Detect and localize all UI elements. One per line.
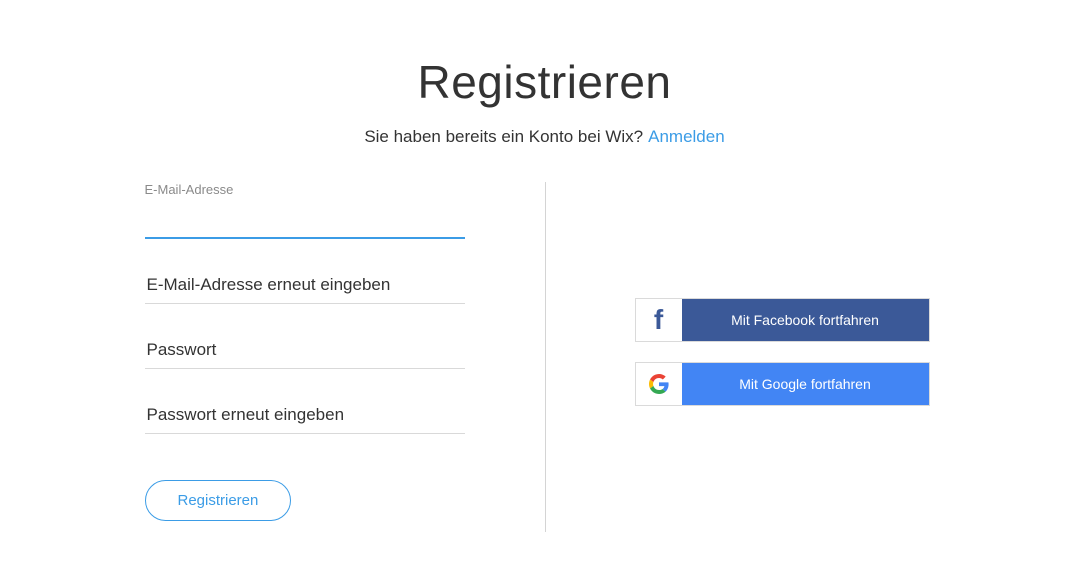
google-button-label: Mit Google fortfahren <box>682 376 929 392</box>
subtitle-text: Sie haben bereits ein Konto bei Wix? <box>364 127 643 147</box>
email-input[interactable] <box>145 201 465 239</box>
facebook-icon: f <box>636 299 682 341</box>
password-input[interactable] <box>145 332 465 369</box>
email-label: E-Mail-Adresse <box>145 182 465 197</box>
password-confirm-input[interactable] <box>145 397 465 434</box>
facebook-button-label: Mit Facebook fortfahren <box>682 312 929 328</box>
register-button[interactable]: Registrieren <box>145 480 292 521</box>
subtitle-row: Sie haben bereits ein Konto bei Wix? Anm… <box>364 127 724 147</box>
google-icon <box>636 363 682 405</box>
email-confirm-input[interactable] <box>145 267 465 304</box>
login-link[interactable]: Anmelden <box>648 127 725 147</box>
facebook-signin-button[interactable]: f Mit Facebook fortfahren <box>635 298 930 342</box>
column-divider <box>545 182 546 532</box>
social-column: f Mit Facebook fortfahren Mit G <box>525 182 945 521</box>
google-signin-button[interactable]: Mit Google fortfahren <box>635 362 930 406</box>
form-column: E-Mail-Adresse Registrieren <box>145 182 525 521</box>
page-title: Registrieren <box>418 55 672 109</box>
